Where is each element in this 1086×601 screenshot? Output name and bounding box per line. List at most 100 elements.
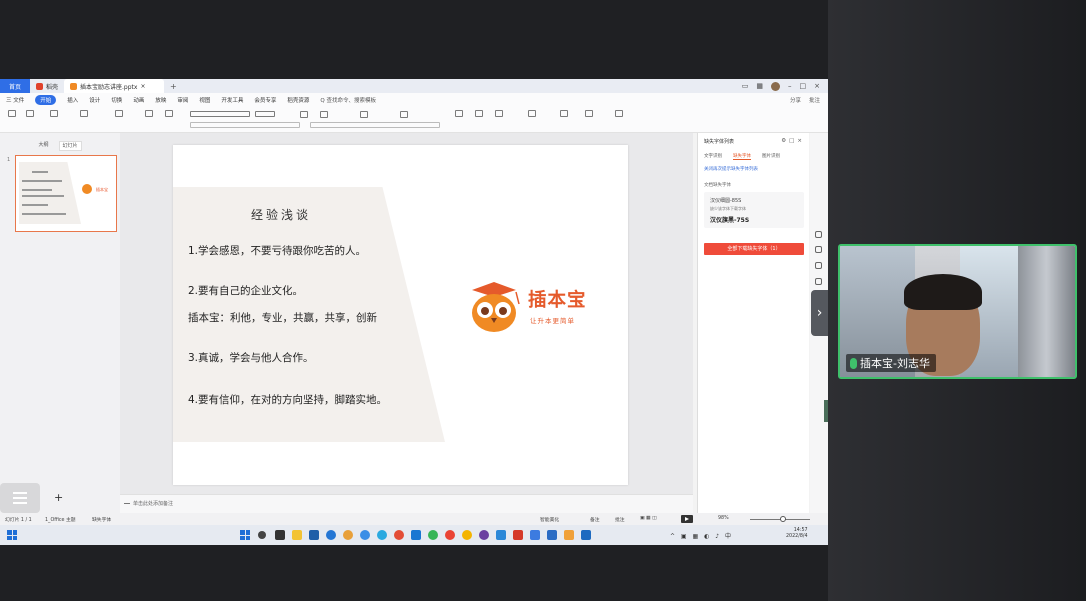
status-comments[interactable]: 批注 — [615, 516, 625, 523]
select-icon[interactable] — [615, 110, 623, 117]
system-tray[interactable]: ^ ▣ ▦ ◐ ♪ 中 — [670, 531, 733, 540]
start-icon[interactable] — [240, 530, 250, 540]
layout-icon[interactable]: ▭ — [742, 82, 749, 91]
task-view-icon[interactable] — [275, 530, 285, 540]
zoom-slider-knob[interactable] — [780, 516, 786, 522]
close-icon[interactable]: × — [814, 82, 820, 91]
menu-view[interactable]: 视图 — [199, 96, 210, 104]
style-icon[interactable] — [815, 231, 822, 238]
adjust-icon[interactable] — [815, 246, 822, 253]
slide-point-2[interactable]: 2.要有自己的企业文化。 — [188, 283, 303, 298]
menu-insert[interactable]: 插入 — [67, 96, 78, 104]
status-notes[interactable]: 备注 — [590, 516, 600, 523]
paragraph-row[interactable] — [310, 122, 440, 128]
minimize-icon[interactable]: – — [788, 82, 792, 91]
app-icon[interactable] — [530, 530, 540, 540]
pane-tab-image-ocr[interactable]: 图片识别 — [762, 153, 780, 160]
menu-developer[interactable]: 开发工具 — [221, 96, 243, 104]
tab-home[interactable]: 首页 — [0, 79, 30, 93]
numbering-icon[interactable] — [320, 111, 328, 118]
missing-font-2[interactable]: 汉仪旗黑-75S — [710, 215, 749, 224]
close-tab-icon[interactable]: × — [140, 83, 145, 90]
slide-point-2-detail[interactable]: 插本宝：利他，专业，共赢，共享，创新 — [188, 310, 377, 325]
cut-icon[interactable] — [26, 110, 34, 117]
slide-point-4[interactable]: 4.要有信仰，在对的方向坚持，脚踏实地。 — [188, 392, 387, 407]
pane-tab-missing-font[interactable]: 缺失字体 — [733, 153, 751, 160]
fill-icon[interactable] — [528, 110, 536, 117]
app-icon[interactable] — [394, 530, 404, 540]
app-icon[interactable] — [360, 530, 370, 540]
user-avatar[interactable] — [771, 81, 780, 91]
status-theme[interactable]: 1_Office 主题 — [45, 516, 76, 523]
menu-member[interactable]: 会员专享 — [254, 96, 276, 104]
menu-animation[interactable]: 动画 — [133, 96, 144, 104]
notes-area[interactable]: 单击此处添加备注 — [120, 494, 693, 513]
text-icon[interactable] — [815, 278, 822, 285]
menu-slideshow[interactable]: 放映 — [155, 96, 166, 104]
slide-title[interactable]: 经验浅谈 — [251, 206, 311, 223]
convert-smartart-icon[interactable] — [400, 111, 408, 118]
font-size-select[interactable] — [255, 111, 275, 117]
menu-start[interactable]: 开始 — [35, 94, 57, 105]
format-painter-icon[interactable] — [50, 110, 58, 117]
tab-outline[interactable]: 大纲 — [38, 141, 48, 151]
app-icon[interactable] — [581, 530, 591, 540]
comment-button[interactable]: 批注 — [809, 96, 820, 104]
menu-review[interactable]: 审阅 — [177, 96, 188, 104]
shape-icon[interactable] — [475, 110, 483, 117]
view-mode-icons[interactable]: ▣ ▦ ◫ — [640, 516, 657, 521]
chrome-icon[interactable] — [445, 530, 455, 540]
share-button[interactable]: 分享 — [790, 96, 801, 104]
app-icon[interactable] — [462, 530, 472, 540]
system-clock[interactable]: 14:57 2022/8/4 — [786, 528, 808, 540]
text-direction-icon[interactable] — [360, 111, 368, 118]
app-icon[interactable] — [496, 530, 506, 540]
menu-design[interactable]: 设计 — [89, 96, 100, 104]
edge-icon[interactable] — [326, 530, 336, 540]
widgets-icon[interactable] — [7, 530, 17, 540]
paste-icon[interactable] — [8, 110, 16, 117]
meeting-list-button[interactable] — [0, 483, 40, 513]
participant-video[interactable]: 插本宝-刘志华 — [838, 244, 1077, 379]
app-icon[interactable] — [564, 530, 574, 540]
search-icon[interactable] — [258, 531, 266, 539]
menu-docer[interactable]: 稻壳资源 — [287, 96, 309, 104]
menu-file[interactable]: 三 文件 — [6, 96, 24, 104]
current-start-icon[interactable] — [80, 110, 88, 117]
menu-transition[interactable]: 切换 — [111, 96, 122, 104]
tab-docer[interactable]: 稻壳 — [30, 79, 64, 93]
new-slide-icon[interactable] — [115, 110, 123, 117]
app-icon[interactable] — [343, 530, 353, 540]
wps-icon[interactable] — [513, 530, 523, 540]
app-icon[interactable] — [411, 530, 421, 540]
file-explorer-icon[interactable] — [292, 530, 302, 540]
table-tools-icon[interactable] — [560, 110, 568, 117]
slide-point-3[interactable]: 3.真诚，学会与他人合作。 — [188, 350, 314, 365]
collapse-panel-button[interactable]: › — [811, 290, 828, 336]
pane-controls[interactable]: ⚙□× — [781, 138, 805, 144]
tab-document[interactable]: 插本宝励志讲座.pptx × — [64, 79, 165, 93]
format-row[interactable] — [190, 122, 300, 128]
command-search[interactable]: Q 查找命令、搜索模板 — [320, 96, 376, 104]
layout-slide-icon[interactable] — [145, 110, 153, 117]
textbox-icon[interactable] — [455, 110, 463, 117]
play-slideshow-icon[interactable] — [681, 515, 693, 523]
tab-slides[interactable]: 幻灯片 — [58, 141, 82, 151]
grid-icon[interactable]: ▦ — [756, 82, 763, 91]
slide[interactable]: 经验浅谈 1.学会感恩，不要亏待跟你吃苦的人。 2.要有自己的企业文化。 插本宝… — [173, 145, 628, 485]
add-slide-button[interactable]: + — [54, 491, 63, 504]
find-icon[interactable] — [585, 110, 593, 117]
animation-icon[interactable] — [815, 262, 822, 269]
reset-icon[interactable] — [165, 110, 173, 117]
app-icon[interactable] — [377, 530, 387, 540]
app-icon[interactable] — [479, 530, 489, 540]
store-icon[interactable] — [309, 530, 319, 540]
font-name-select[interactable] — [190, 111, 250, 117]
pane-tab-text-ocr[interactable]: 文字识别 — [704, 153, 722, 160]
app-icon[interactable] — [547, 530, 557, 540]
app-icon[interactable] — [428, 530, 438, 540]
new-tab-button[interactable]: + — [164, 82, 183, 91]
status-missing-font[interactable]: 缺失字体 — [92, 516, 111, 523]
download-all-fonts-button[interactable]: 全部下载缺失字体（1） — [704, 243, 804, 255]
pane-close-link[interactable]: 关闭再次提示缺失字体列表 — [704, 166, 758, 172]
